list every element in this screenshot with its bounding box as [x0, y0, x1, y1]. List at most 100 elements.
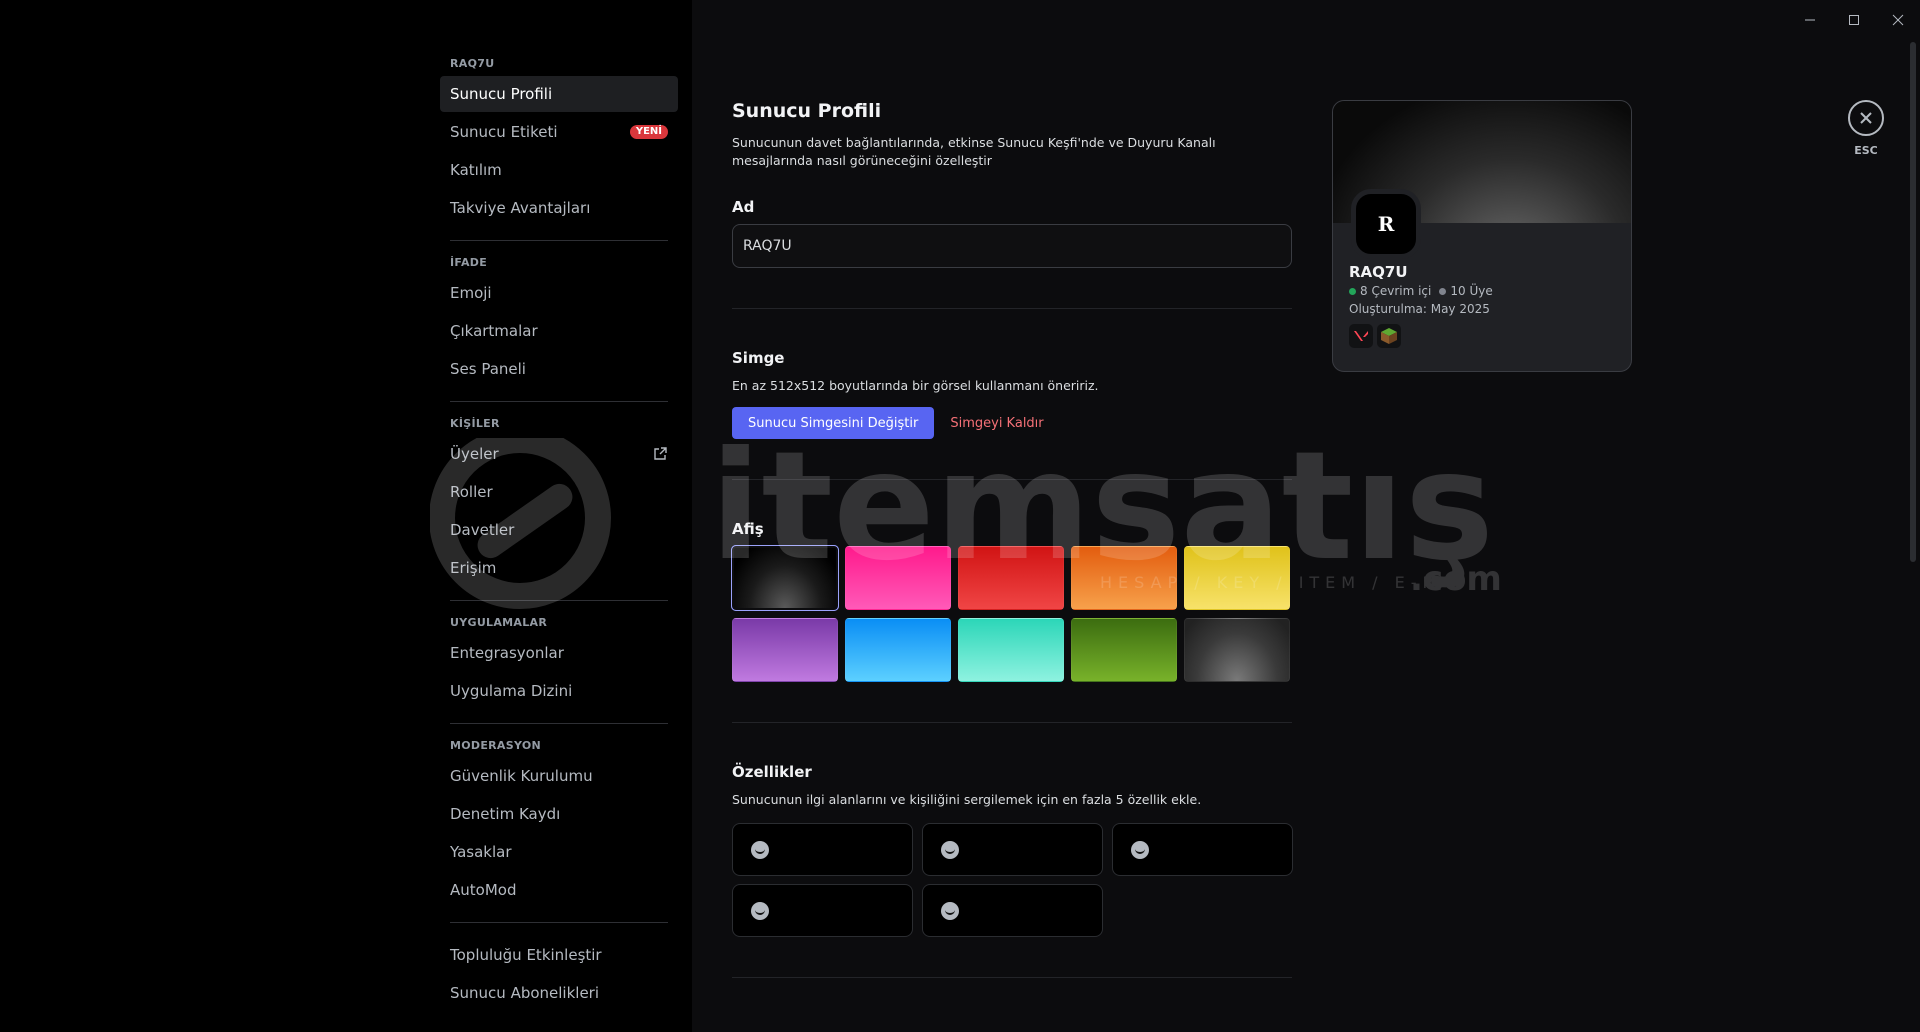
trait-slot[interactable]: [922, 884, 1103, 937]
sidebar-item-katılım[interactable]: Katılım: [440, 152, 678, 188]
banner-option-purple[interactable]: [732, 618, 838, 682]
sidebar-separator: [450, 240, 668, 241]
sidebar-item-topluluğu-etkinleştir[interactable]: Topluluğu Etkinleştir: [440, 937, 678, 973]
sidebar-item-label: Çıkartmalar: [450, 322, 538, 340]
sidebar-section-header: İFADE: [450, 256, 488, 269]
sidebar-item-üyeler[interactable]: Üyeler: [440, 436, 678, 472]
sidebar-item-label: Sunucu Etiketi: [450, 123, 558, 141]
sidebar-item-uygulama-dizini[interactable]: Uygulama Dizini: [440, 673, 678, 709]
minecraft-grass-icon: [1377, 324, 1401, 348]
emoji-smile-icon[interactable]: [941, 840, 959, 859]
sidebar-item-denetim-kaydı[interactable]: Denetim Kaydı: [440, 796, 678, 832]
sidebar-item-sunucu-abonelikleri[interactable]: Sunucu Abonelikleri: [440, 975, 678, 1011]
banner-label: Afiş: [732, 520, 764, 538]
sidebar-item-label: AutoMod: [450, 881, 517, 899]
sidebar-item-çıkartmalar[interactable]: Çıkartmalar: [440, 313, 678, 349]
banner-option-yellow[interactable]: [1184, 546, 1290, 610]
sidebar-item-label: Katılım: [450, 161, 502, 179]
preview-server-icon: R: [1351, 189, 1421, 259]
sidebar-item-label: Davetler: [450, 521, 515, 539]
server-name-input[interactable]: RAQ7U: [732, 224, 1292, 268]
emoji-smile-icon[interactable]: [751, 901, 769, 920]
trait-slot[interactable]: [732, 884, 913, 937]
banner-option-green[interactable]: [1071, 618, 1177, 682]
sidebar-item-label: Roller: [450, 483, 493, 501]
divider: [732, 977, 1292, 978]
sidebar-item-label: Sunucu Profili: [450, 85, 553, 103]
sidebar-separator: [450, 922, 668, 923]
sidebar-item-label: Sunucu Abonelikleri: [450, 984, 600, 1002]
online-dot-icon: [1349, 288, 1356, 295]
sidebar-separator: [450, 723, 668, 724]
name-label: Ad: [732, 198, 755, 216]
settings-main: Sunucu Profili Sunucunun davet bağlantıl…: [692, 0, 1920, 1032]
sidebar-item-label: Ses Paneli: [450, 360, 526, 378]
divider: [732, 479, 1292, 480]
icon-actions: Sunucu Simgesini Değiştir Simgeyi Kaldır: [732, 407, 1292, 439]
preview-server-name: RAQ7U: [1349, 263, 1408, 281]
icon-label: Simge: [732, 349, 785, 367]
sidebar-nav: RAQ7U Sunucu Profili Sunucu Etiketi YENİ Kat…: [440, 56, 678, 1013]
valorant-icon: [1349, 324, 1373, 348]
members-dot-icon: [1439, 288, 1447, 295]
trait-slot[interactable]: [922, 823, 1103, 876]
esc-label: ESC: [1854, 144, 1878, 157]
traits-description: Sunucunun ilgi alanlarını ve kişiliğini …: [732, 792, 1202, 807]
sidebar-item-label: Topluluğu Etkinleştir: [450, 946, 602, 964]
external-link-icon: [654, 447, 667, 460]
sidebar-section-header: RAQ7U: [450, 57, 495, 70]
banner-option-gray[interactable]: [1184, 618, 1290, 682]
sidebar-separator: [450, 401, 668, 402]
preview-stats: 8 Çevrim içi 10 Üye: [1349, 284, 1493, 298]
sidebar-item-davetler[interactable]: Davetler: [440, 512, 678, 548]
sidebar-item-erişim[interactable]: Erişim: [440, 550, 678, 586]
scrollbar[interactable]: [1910, 42, 1916, 562]
icon-description: En az 512x512 boyutlarında bir görsel ku…: [732, 378, 1099, 393]
divider: [732, 722, 1292, 723]
banner-option-black[interactable]: [731, 545, 839, 611]
sidebar-item-label: Takviye Avantajları: [450, 199, 591, 217]
sidebar-item-emoji[interactable]: Emoji: [440, 275, 678, 311]
server-preview-card: R RAQ7U 8 Çevrim içi 10 Üye Oluşturulma:…: [1332, 100, 1632, 372]
banner-color-grid: [731, 545, 1292, 682]
sidebar-item-yasaklar[interactable]: Yasaklar: [440, 834, 678, 870]
sidebar-item-entegrasyonlar[interactable]: Entegrasyonlar: [440, 635, 678, 671]
banner-option-teal[interactable]: [958, 618, 1064, 682]
remove-icon-button[interactable]: Simgeyi Kaldır: [950, 407, 1043, 439]
maximize-icon[interactable]: [1832, 0, 1876, 40]
sidebar-item-sunucu-profili[interactable]: Sunucu Profili: [440, 76, 678, 112]
sidebar-item-takviye-avantajları[interactable]: Takviye Avantajları: [440, 190, 678, 226]
new-badge: YENİ: [629, 125, 668, 139]
traits-label: Özellikler: [732, 763, 812, 781]
page-title: Sunucu Profili: [732, 100, 882, 122]
banner-option-red[interactable]: [958, 546, 1064, 610]
preview-body: RAQ7U 8 Çevrim içi 10 Üye Oluşturulma: M…: [1349, 263, 1493, 348]
change-icon-button[interactable]: Sunucu Simgesini Değiştir: [732, 407, 935, 439]
close-icon[interactable]: [1848, 100, 1884, 136]
window-controls: [1788, 0, 1920, 40]
emoji-smile-icon[interactable]: [751, 840, 769, 859]
sidebar-item-automod[interactable]: AutoMod: [440, 872, 678, 908]
sidebar-item-label: Denetim Kaydı: [450, 805, 561, 823]
emoji-smile-icon[interactable]: [1131, 840, 1149, 859]
sidebar-item-label: Emoji: [450, 284, 492, 302]
preview-tags: [1349, 324, 1493, 348]
sidebar-item-sunucu-etiketi[interactable]: Sunucu Etiketi YENİ: [440, 114, 678, 150]
sidebar-item-label: Entegrasyonlar: [450, 644, 564, 662]
banner-option-pink[interactable]: [845, 546, 951, 610]
minimize-icon[interactable]: [1788, 0, 1832, 40]
banner-option-blue[interactable]: [845, 618, 951, 682]
sidebar-item-güvenlik-kurulumu[interactable]: Güvenlik Kurulumu: [440, 758, 678, 794]
sidebar-item-ses-paneli[interactable]: Ses Paneli: [440, 351, 678, 387]
close-window-icon[interactable]: [1876, 0, 1920, 40]
emoji-smile-icon[interactable]: [941, 901, 959, 920]
preview-created: Oluşturulma: May 2025: [1349, 302, 1490, 316]
esc-close[interactable]: ESC: [1848, 100, 1884, 157]
traits-grid: [732, 823, 1293, 937]
member-count: 10 Üye: [1439, 284, 1493, 298]
banner-option-orange[interactable]: [1071, 546, 1177, 610]
trait-slot[interactable]: [1112, 823, 1293, 876]
sidebar-item-roller[interactable]: Roller: [440, 474, 678, 510]
sidebar-item-label: Erişim: [450, 559, 497, 577]
trait-slot[interactable]: [732, 823, 913, 876]
